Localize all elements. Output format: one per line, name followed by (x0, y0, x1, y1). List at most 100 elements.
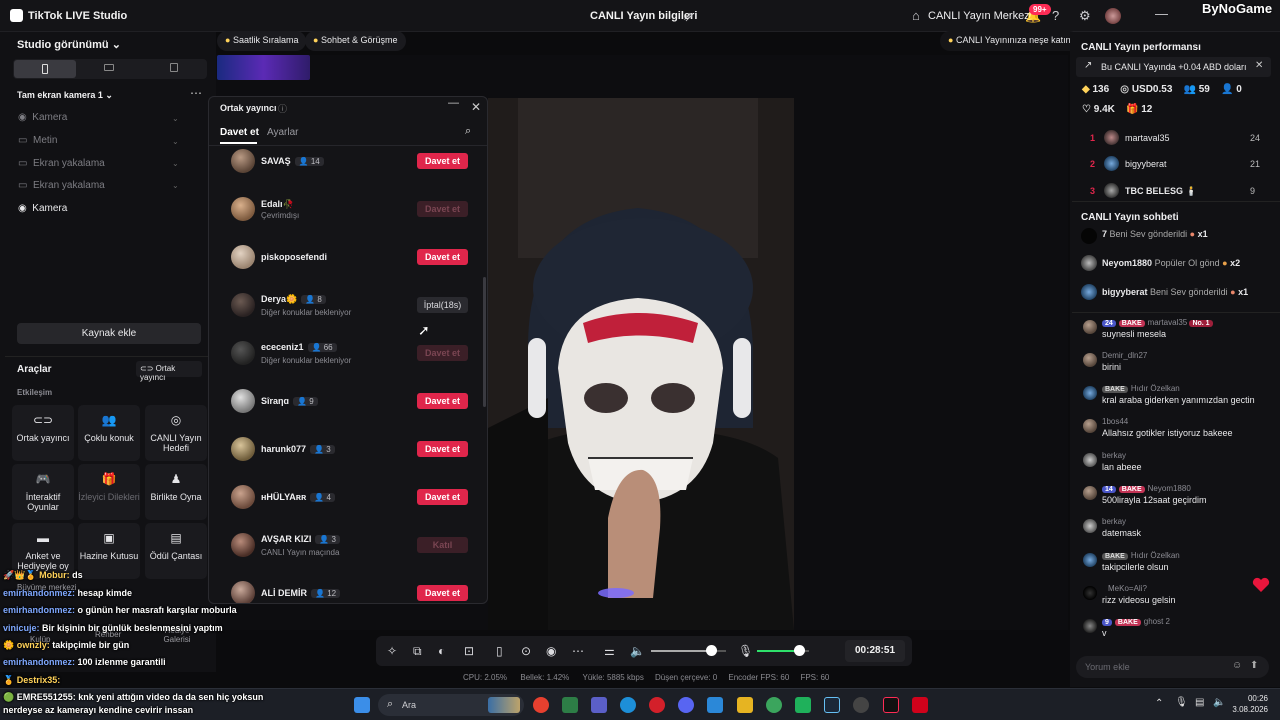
cohost-shortcut[interactable]: ⊂⊃ Ortak yayıncı (136, 361, 202, 382)
filter-icon[interactable]: ◐ (438, 644, 445, 658)
help-icon[interactable]: ? (1052, 8, 1059, 23)
invite-button[interactable]: Davet et (417, 441, 468, 457)
source-item[interactable]: ▭ Metin (18, 135, 57, 146)
capture-icon[interactable]: ⊡ (464, 644, 474, 658)
edge-icon[interactable] (620, 697, 636, 713)
comment-input[interactable]: Yorum ekle ☺ ⬆ (1076, 656, 1269, 678)
studio-view-dropdown[interactable]: Studio görünümü ⌄ (17, 38, 121, 51)
obs-icon[interactable] (853, 697, 869, 713)
discord-icon[interactable] (678, 697, 694, 713)
tool-live-goal[interactable]: ◎ CANLI Yayın Hedefi (145, 405, 207, 461)
app-icon[interactable] (912, 697, 928, 713)
invite-button[interactable]: Davet et (417, 585, 468, 601)
live-center-link[interactable]: CANLI Yayın Merkezi (928, 10, 1032, 22)
layout-icon[interactable]: ⧉ (413, 644, 422, 659)
chat-message[interactable]: BAKE Hıdır Özelkan takipcilerle olsun (1080, 551, 1270, 581)
volume-icon[interactable]: 🔈 (1213, 697, 1225, 708)
record-icon[interactable]: ⊙ (521, 644, 531, 658)
event-banner[interactable] (217, 55, 310, 80)
app-icon[interactable] (562, 697, 578, 713)
live-info-title[interactable]: CANLI Yayın bilgileri (590, 10, 697, 22)
network-icon[interactable]: ▤ (1195, 697, 1204, 708)
mixer-icon[interactable]: ⚌ (604, 644, 615, 658)
mic-knob[interactable] (793, 645, 805, 656)
chat-message[interactable]: berkay datemask (1080, 517, 1270, 547)
settings-icon[interactable]: ⚙ (1079, 8, 1091, 24)
invite-button[interactable]: Davet et (417, 393, 468, 409)
multi-layout-button[interactable] (170, 63, 178, 72)
chat-message[interactable]: Demir_dln27 birini (1080, 351, 1270, 381)
share-icon[interactable]: ⇗ (683, 9, 694, 25)
avatar[interactable] (1105, 8, 1121, 24)
tool-interactive-games[interactable]: 🎮 İnteraktif Oyunlar (12, 464, 74, 520)
tiktok-icon[interactable] (883, 697, 899, 713)
ranking-row[interactable]: 1 martaval35 24 (1088, 130, 1264, 150)
tool-multi-guest[interactable]: 👥 Çoklu konuk (78, 405, 140, 461)
tool-play-together[interactable]: ♟ Birlikte Oyna (145, 464, 207, 520)
ranking-row[interactable]: 3 TBC BELESG 🕯️ 9 (1088, 183, 1264, 203)
source-item[interactable]: ◉ Kamera (18, 112, 67, 123)
scene-dropdown[interactable]: Tam ekran kamera 1 ⌄ (17, 90, 113, 101)
more-icon[interactable]: ⋯ (190, 86, 202, 100)
chrome-alt-icon[interactable] (766, 697, 782, 713)
ranking-row[interactable]: 2 bigyyberat 21 (1088, 156, 1264, 176)
chat-message[interactable]: 9 BAKE ghost 2 v (1080, 617, 1270, 645)
opera-icon[interactable] (649, 697, 665, 713)
effects-icon[interactable]: ✧ (387, 644, 397, 658)
invite-button[interactable]: Davet et (417, 153, 468, 169)
invite-button[interactable]: Davet et (417, 249, 468, 265)
hourly-rank-pill[interactable]: ● Saatlik Sıralama (217, 31, 307, 51)
camera-switch-icon[interactable]: ◉ (546, 644, 556, 658)
scrollbar[interactable] (483, 277, 486, 407)
tool-reward-bag[interactable]: ▤ Ödül Çantası (145, 523, 207, 579)
cancel-invite-button[interactable]: İptal(18s) (417, 297, 468, 313)
chevron-down-icon[interactable]: ⌄ (172, 159, 179, 168)
home-icon[interactable]: ⌂ (912, 8, 920, 23)
invite-button[interactable]: Davet et (417, 489, 468, 505)
chat-message[interactable]: 24 BAKE martaval35 No. 1 suynesli mesela (1080, 318, 1270, 348)
chevron-down-icon[interactable]: ⌄ (172, 181, 179, 190)
chat-meet-pill[interactable]: ● Sohbet & Görüşme (305, 31, 406, 51)
source-item[interactable]: ◉ Kamera (18, 203, 67, 214)
mic-fill (757, 650, 799, 652)
close-icon[interactable]: ✕ (471, 100, 481, 114)
portrait-layout-button[interactable] (14, 60, 76, 78)
app-icon[interactable] (795, 697, 811, 713)
chat-text: v (1102, 628, 1107, 638)
mic-tray-icon[interactable]: 🎙 (1175, 697, 1188, 708)
teams-icon[interactable] (591, 697, 607, 713)
emoji-icon[interactable]: ☺ (1232, 660, 1242, 671)
add-source-button[interactable]: Kaynak ekle (17, 323, 201, 344)
source-item[interactable]: ▭ Ekran yakalama (18, 158, 105, 169)
chat-message[interactable]: berkay lan abeee (1080, 451, 1270, 481)
windows-start-icon[interactable] (354, 697, 370, 713)
volume-knob[interactable] (706, 645, 717, 656)
chat-message[interactable]: BAKE Hıdır Özelkan kral araba giderken yan… (1080, 384, 1270, 414)
send-icon[interactable]: ⬆ (1250, 660, 1258, 671)
promo-pill[interactable]: ● CANLI Yayınınıza neşe katın (940, 31, 1079, 51)
phone-icon[interactable]: ▯ (496, 644, 503, 658)
chevron-down-icon[interactable]: ⌄ (172, 114, 179, 123)
steam-icon[interactable] (824, 697, 840, 713)
minimize-icon[interactable]: — (1155, 6, 1168, 21)
folder-icon[interactable] (737, 697, 753, 713)
chat-message[interactable]: MeKo=Ali? rizz videosu gelsin (1080, 584, 1270, 614)
more-icon[interactable]: ⋯ (572, 644, 584, 658)
chat-message[interactable]: 14 BAKE Neyom1880 500lirayla 12saat geçirdi… (1080, 484, 1270, 514)
landscape-layout-button[interactable] (104, 64, 114, 71)
tray-chevron-icon[interactable]: ⌃ (1155, 698, 1163, 709)
tool-cohost[interactable]: ⊂⊃ Ortak yayıncı (12, 405, 74, 461)
info-icon[interactable]: ⓘ (278, 102, 287, 115)
chrome-icon[interactable] (533, 697, 549, 713)
chevron-down-icon[interactable]: ⌄ (172, 137, 179, 146)
minimize-icon[interactable]: — (448, 97, 459, 109)
clock[interactable]: 00:26 3.08.2026 (1230, 693, 1268, 715)
store-icon[interactable] (707, 697, 723, 713)
microphone-icon[interactable]: 🎙 (738, 644, 753, 658)
close-icon[interactable]: ✕ (1255, 60, 1263, 71)
chat-message[interactable]: 1bos44 Allahsız gotikler istiyoruz bakeee (1080, 417, 1270, 447)
tool-treasure-box[interactable]: ▣ Hazine Kutusu (78, 523, 140, 579)
source-item[interactable]: ▭ Ekran yakalama (18, 180, 105, 191)
taskbar-search[interactable]: ⌕ Ara (378, 694, 524, 716)
speaker-icon[interactable]: 🔈 (630, 644, 645, 658)
